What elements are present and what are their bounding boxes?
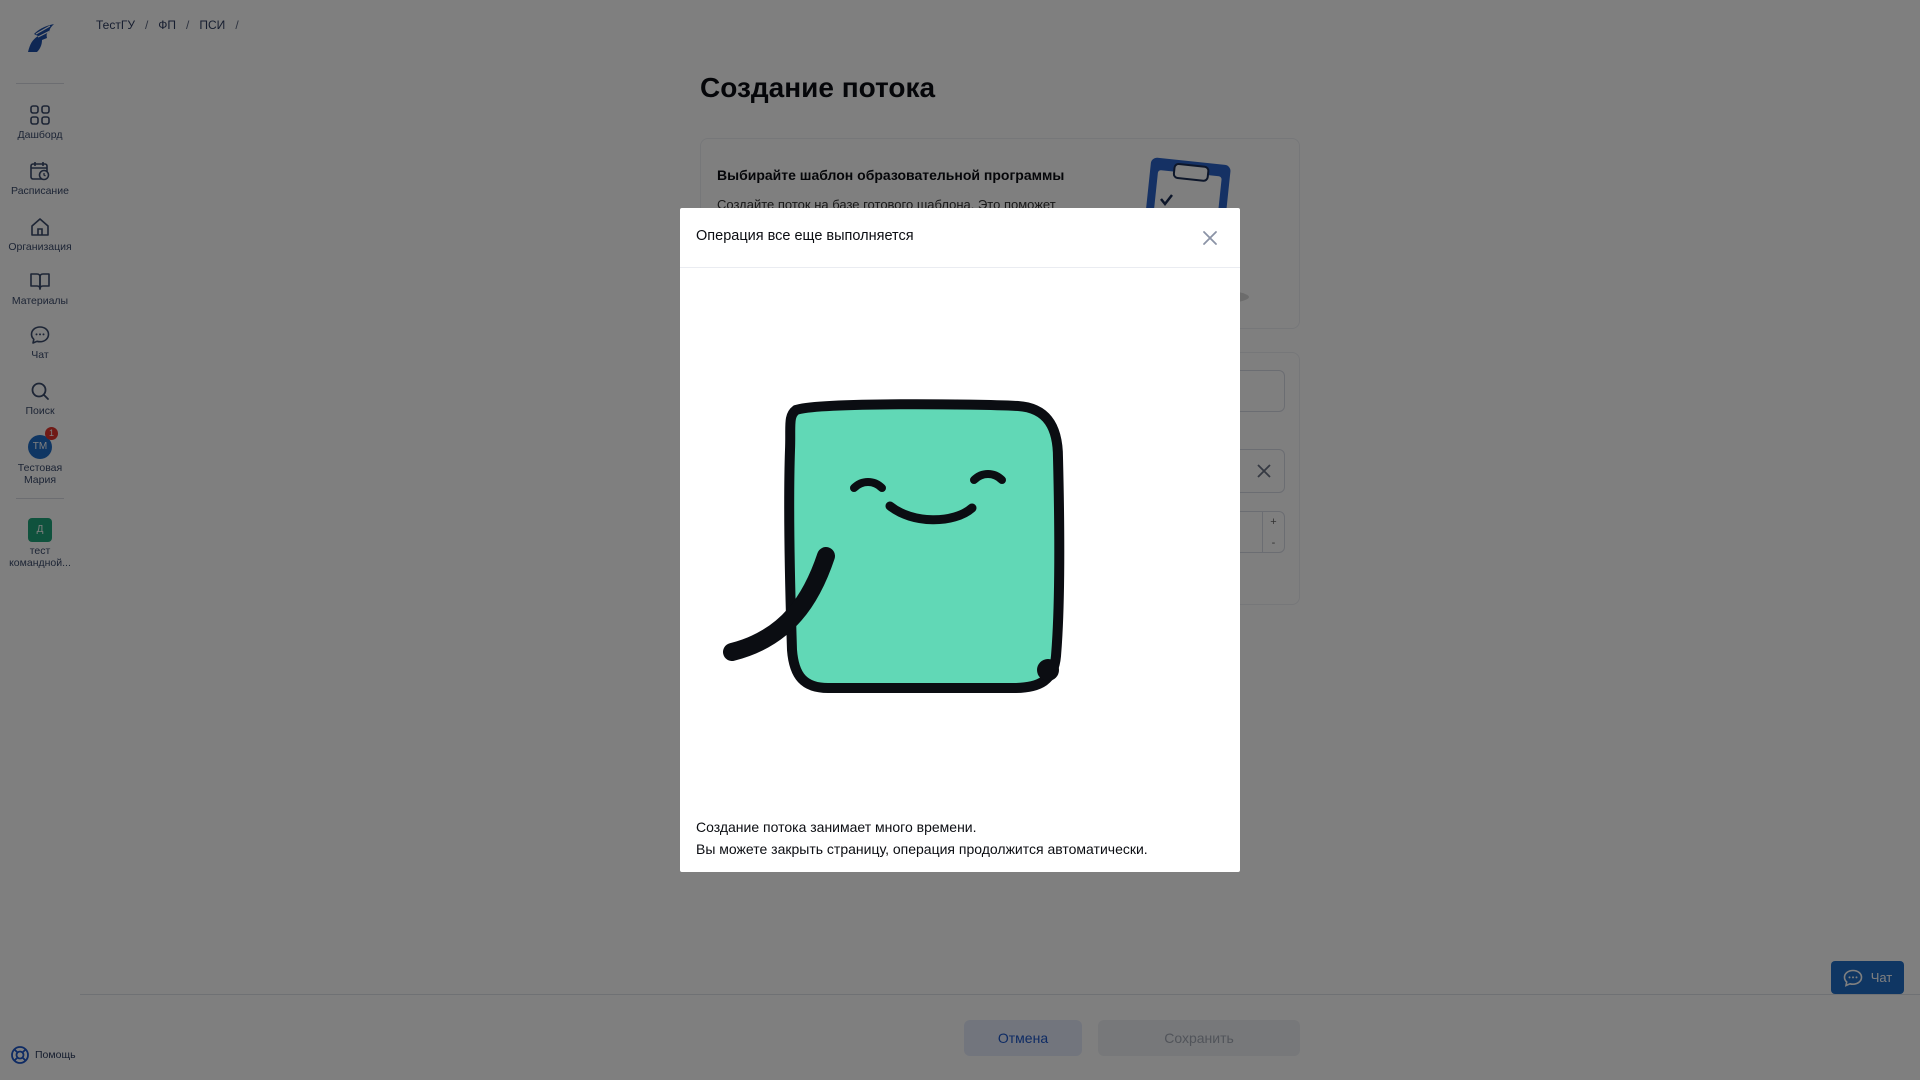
modal-title: Операция все еще выполняется <box>696 228 914 244</box>
modal-header: Операция все еще выполняется <box>680 208 1240 268</box>
modal-message-line2: Вы можете закрыть страницу, операция про… <box>696 841 1148 857</box>
operation-in-progress-dialog: Операция все еще выполняется Создание по… <box>680 208 1240 872</box>
modal-message-line1: Создание потока занимает много времени. <box>696 819 977 835</box>
modal-message: Создание потока занимает много времени. … <box>696 816 1148 860</box>
close-icon[interactable] <box>1200 228 1220 248</box>
smiling-square-illustration <box>723 399 1065 693</box>
